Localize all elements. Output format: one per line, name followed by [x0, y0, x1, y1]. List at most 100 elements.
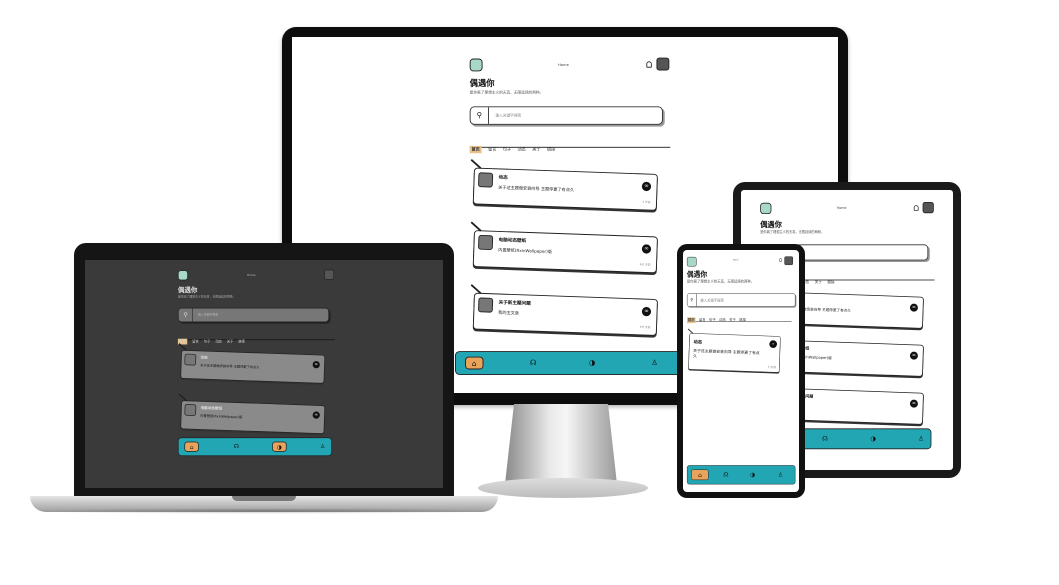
nav-home-icon[interactable]: ⌂ [184, 441, 199, 452]
link-icon[interactable]: ∞ [641, 306, 652, 317]
bottom-nav: ⌂ ☊ ◑ ♙ [686, 465, 796, 485]
bell-icon[interactable] [779, 258, 782, 262]
app-desktop: Home 偶遇你 是你离了理想主义的天真，无限延续的两种。 ⚲ 输入关键字搜索 … [454, 53, 687, 393]
tab-links[interactable]: 链接 [827, 280, 834, 284]
card-title: 动态 [200, 355, 208, 361]
link-icon[interactable]: ∞ [909, 303, 919, 312]
avatar[interactable] [324, 269, 335, 280]
page-title: 偶遇你 [469, 79, 495, 89]
logo-icon[interactable] [177, 270, 188, 281]
search-input[interactable]: 输入关键字搜索 [198, 313, 218, 317]
top-title: Home [837, 206, 847, 210]
laptop-notch [232, 496, 296, 501]
tab-messages[interactable]: 留言 [488, 147, 496, 153]
nav-user-icon[interactable]: ♙ [315, 442, 329, 452]
device-mockup-stage: Home 偶遇你 是你离了理想主义的天真，无限延续的两种。 ⚲ 输入关键字搜索 … [0, 0, 1059, 585]
card-title: 动态 [498, 174, 508, 181]
card-thumbnail [184, 404, 197, 416]
tab-moments[interactable]: 动态 [719, 318, 726, 323]
card-description: 关于这主题做安装向导 主题停更了有点久 [200, 364, 260, 370]
nav-home-icon[interactable]: ⌂ [465, 356, 484, 370]
tab-about[interactable]: 关于 [729, 318, 736, 323]
tab-messages[interactable]: 留言 [192, 339, 198, 344]
tab-moments[interactable]: 动态 [518, 147, 526, 153]
nav-home-icon[interactable]: ⌂ [691, 469, 709, 481]
tab-moments[interactable]: 动态 [215, 339, 221, 344]
post-card[interactable]: 动态 关于这主题做安装向导 主题停更了有点久 ∞ 3 天前 [470, 158, 658, 211]
nav-compass-icon[interactable]: ◑ [748, 470, 758, 478]
card-meta: 3 天前 [642, 200, 651, 205]
link-icon[interactable]: ∞ [909, 351, 919, 360]
nav-headphones-icon[interactable]: ☊ [721, 470, 731, 478]
post-card[interactable]: 动态 关于这主题做安装向导 主题停更了有点久 ∞ [178, 343, 326, 384]
card-thumbnail [477, 297, 494, 313]
nav-user-icon[interactable]: ♙ [645, 357, 663, 370]
search-icon[interactable]: ⚲ [179, 308, 193, 322]
tab-home[interactable]: 首页 [469, 145, 482, 154]
tab-sentences[interactable]: 句子 [709, 318, 716, 323]
logo-icon[interactable] [469, 58, 483, 72]
tab-sentences[interactable]: 句子 [503, 147, 511, 153]
laptop: Home 偶遇你 是你离了理想主义的天真，无限延续的两种。 ⚲ 输入关键字搜索 … [74, 243, 454, 497]
search-input[interactable]: 输入关键字搜索 [700, 298, 724, 303]
nav-headphones-icon[interactable]: ☊ [817, 433, 833, 444]
floor-shadow [20, 508, 510, 514]
card-thumbnail [477, 172, 494, 188]
card-meta: 4天 天前 [639, 262, 651, 267]
nav-headphones-icon[interactable]: ☊ [524, 357, 542, 370]
pin-icon [178, 393, 188, 402]
tab-bar: 首页留言句子动态关于链接 [686, 314, 792, 324]
search-bar[interactable]: ⚲ 输入关键字搜索 [686, 293, 796, 307]
nav-compass-icon[interactable]: ◑ [583, 357, 601, 370]
avatar[interactable] [922, 202, 934, 214]
card-meta: 4天 天前 [639, 325, 651, 330]
post-card[interactable]: 电脑动态壁纸 内置壁纸(RxinWallpaper)版 ∞ 4天 天前 [470, 221, 658, 274]
post-card[interactable]: 动态 关于这主题做安装向导 主题停更了有点久 ∞ 3 天前 [687, 328, 781, 373]
nav-user-icon[interactable]: ♙ [776, 470, 786, 478]
top-bar: Home [757, 198, 949, 217]
page-subtitle: 是你离了理想主义的天真，无限延续的两种。 [760, 230, 825, 234]
tab-about[interactable]: 关于 [227, 339, 233, 344]
logo-icon[interactable] [760, 202, 772, 214]
top-bar: Home [175, 266, 348, 283]
link-icon[interactable]: ∞ [312, 411, 320, 419]
search-input[interactable]: 输入关键字搜索 [495, 113, 521, 119]
tab-bar: 首页留言 句子 动态关于 链接 [469, 137, 671, 154]
tab-links[interactable]: 链接 [238, 339, 244, 344]
card-thumbnail [184, 353, 197, 366]
nav-compass-icon[interactable]: ◑ [865, 433, 881, 444]
nav-user-icon[interactable]: ♙ [913, 433, 929, 444]
search-icon[interactable]: ⚲ [471, 107, 489, 124]
bell-icon[interactable] [646, 61, 652, 68]
tab-sentences[interactable]: 句子 [204, 339, 210, 344]
link-icon[interactable]: ∞ [769, 340, 778, 349]
tab-messages[interactable]: 留言 [699, 318, 706, 323]
top-title: Home [733, 258, 739, 262]
search-bar[interactable]: ⚲ 输入关键字搜索 [177, 307, 330, 323]
post-card[interactable]: 电脑动态壁纸 内置壁纸(RxinWallpaper)版 ∞ [178, 393, 326, 435]
tab-home[interactable]: 首页 [686, 317, 696, 324]
link-icon[interactable]: ∞ [641, 244, 652, 254]
tab-about[interactable]: 关于 [815, 280, 822, 284]
logo-icon[interactable] [686, 256, 697, 267]
link-icon[interactable]: ∞ [909, 399, 919, 408]
monitor-stand-base [478, 478, 648, 498]
search-icon[interactable]: ⚲ [687, 293, 697, 307]
avatar[interactable] [656, 57, 670, 71]
tab-links[interactable]: 链接 [547, 147, 555, 153]
avatar[interactable] [784, 256, 793, 266]
tab-links[interactable]: 链接 [739, 318, 746, 323]
bell-icon[interactable] [913, 205, 919, 211]
link-icon[interactable]: ∞ [312, 360, 320, 369]
pin-icon [470, 284, 482, 295]
post-card[interactable]: 关于新主题问题 我的主文章 ∞ 4天 天前 [470, 284, 658, 336]
search-bar[interactable]: ⚲ 输入关键字搜索 [469, 106, 663, 125]
card-description: 关于这主题做安装向导 主题停更了有点久 [498, 185, 575, 194]
page-subtitle: 是你离了理想主义的天真，无限延续的两种。 [469, 89, 544, 95]
tab-about[interactable]: 关于 [532, 147, 540, 153]
nav-compass-icon[interactable]: ◑ [272, 441, 287, 452]
page-title: 偶遇你 [177, 286, 198, 295]
nav-headphones-icon[interactable]: ☊ [229, 442, 243, 452]
top-bar: Home [685, 254, 799, 267]
link-icon[interactable]: ∞ [641, 181, 652, 192]
